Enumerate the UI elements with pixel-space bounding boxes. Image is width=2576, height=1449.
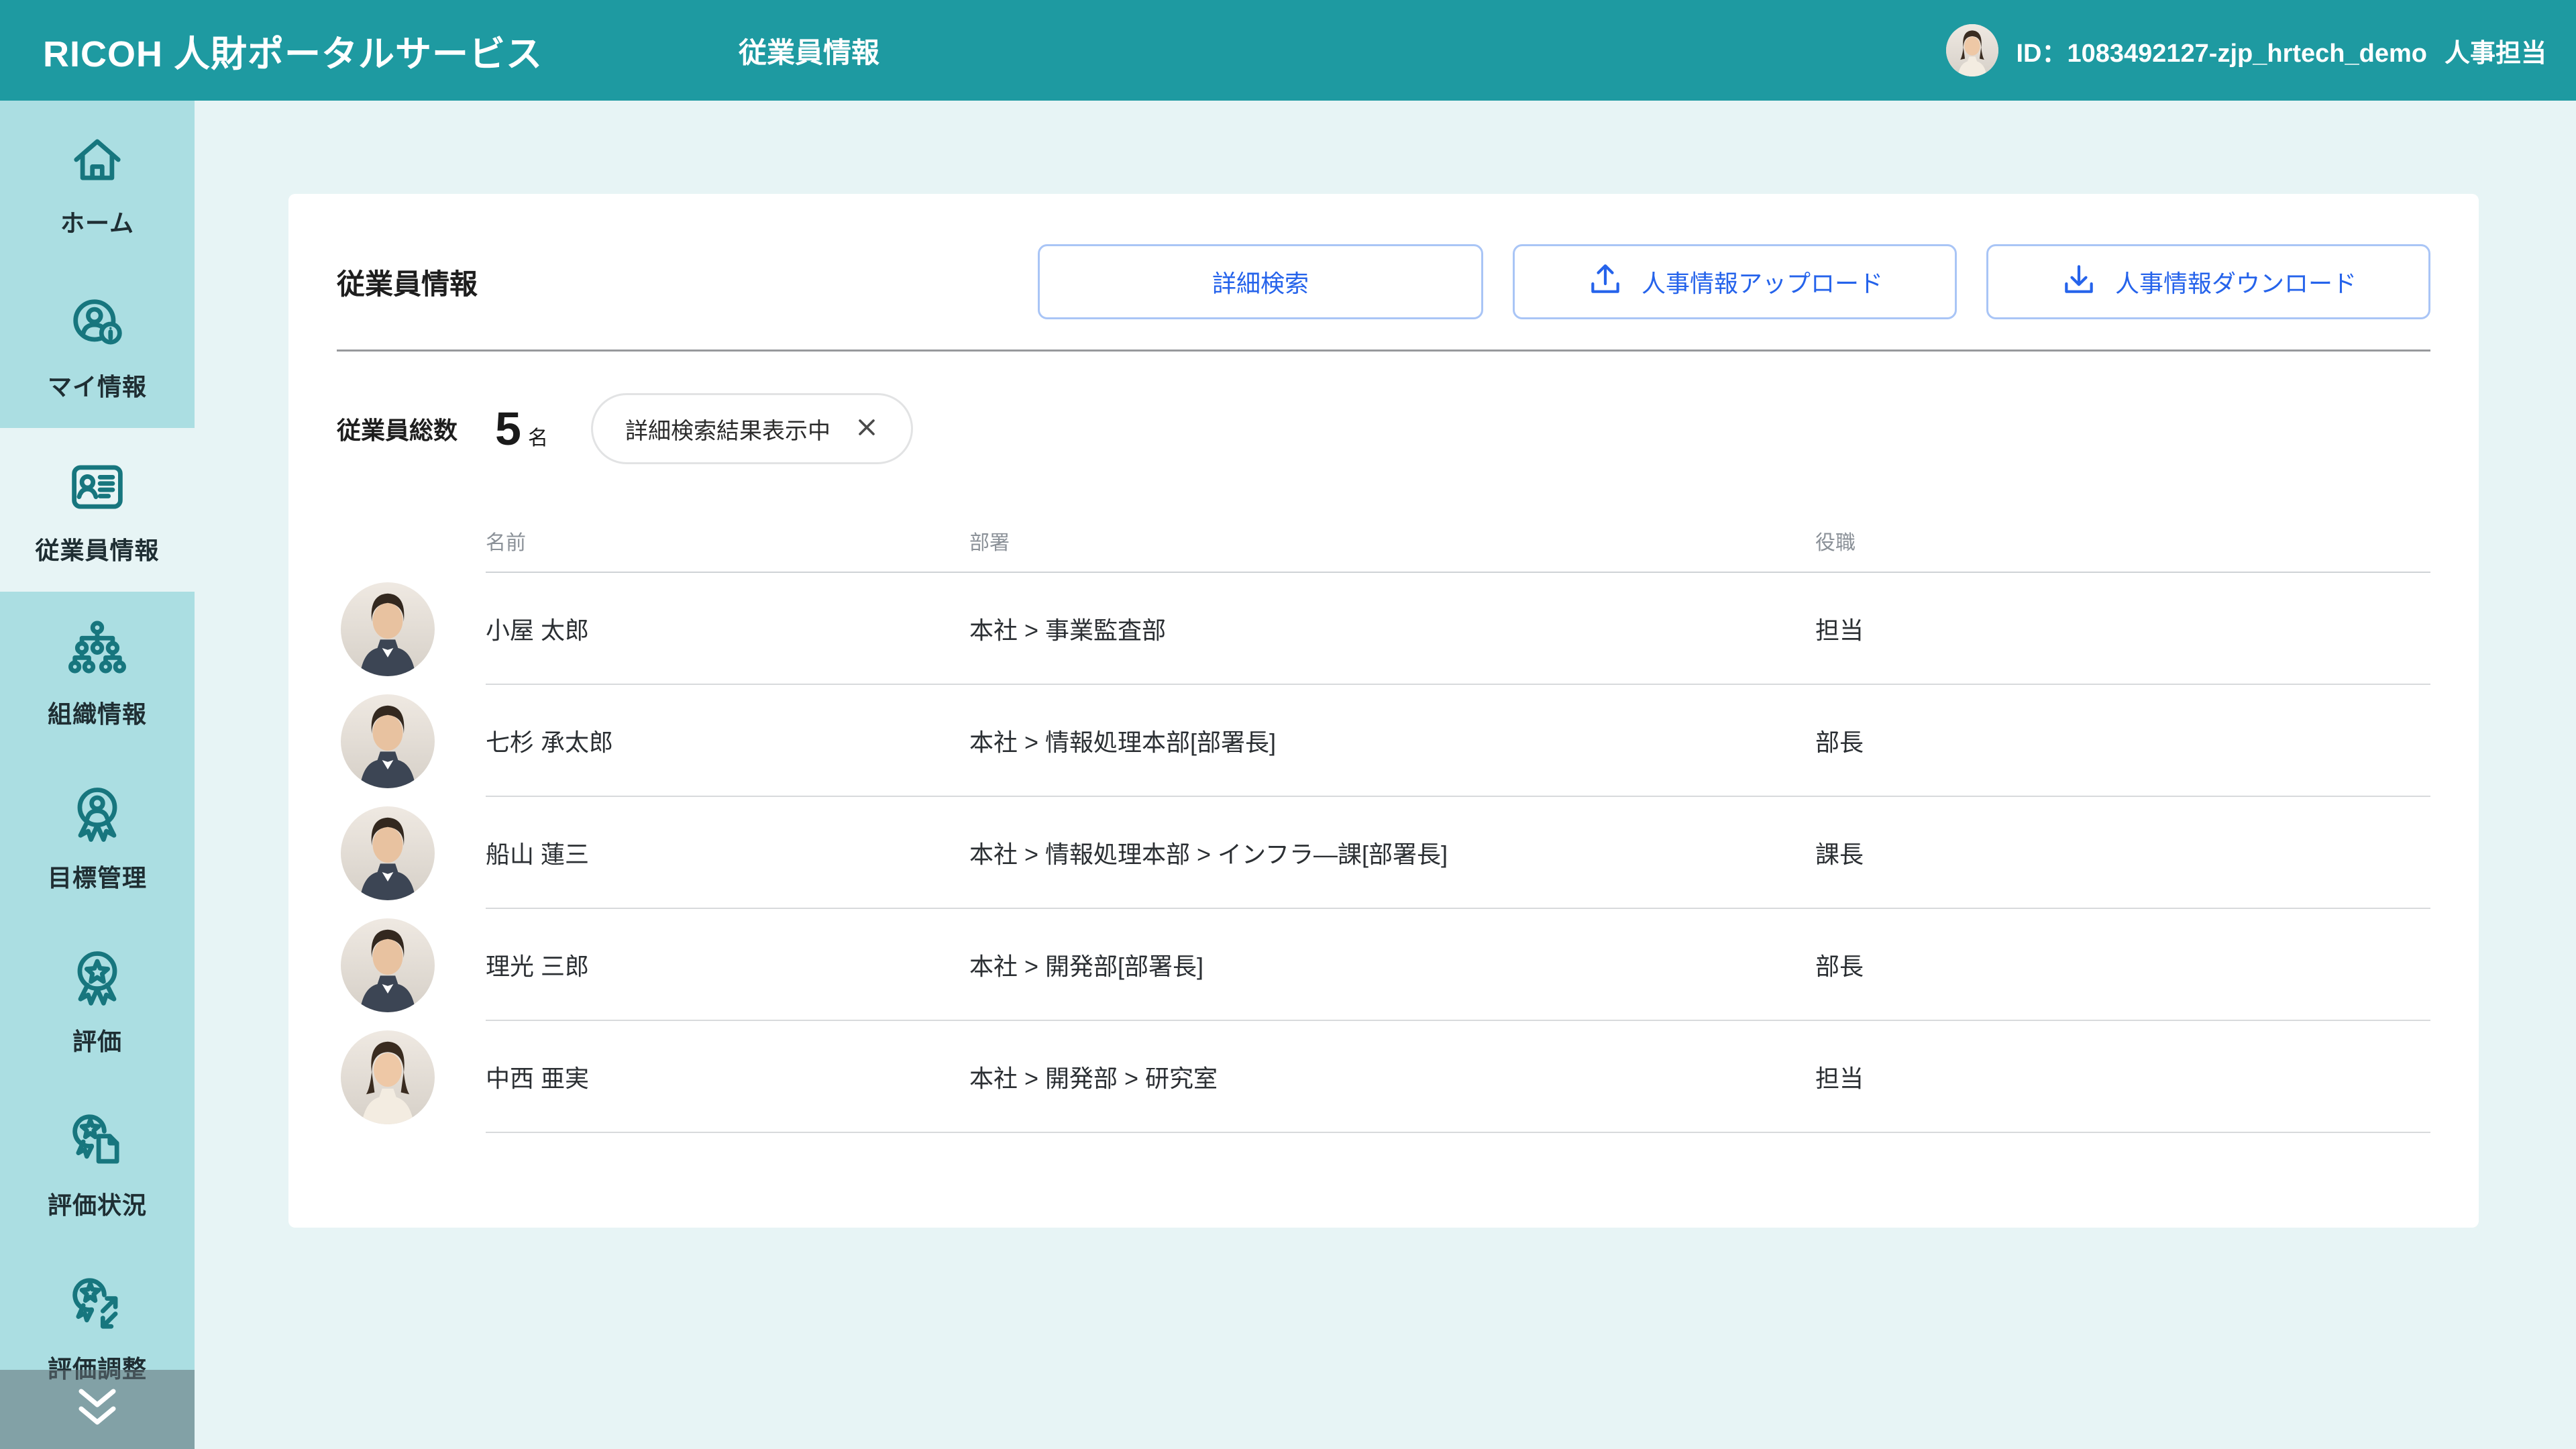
employee-name: 理光 三郎 [486,909,969,1021]
advanced-search-button[interactable]: 詳細検索 [1038,244,1483,319]
sidebar-item-label: 評価 [72,1022,122,1057]
employee-avatar-cell [337,685,486,797]
employee-total-label: 従業員総数 [337,411,458,446]
employee-department: 本社 > 情報処理本部[部署長] [969,685,1815,797]
table-row[interactable]: 理光 三郎 本社 > 開発部[部署長] 部長 [337,909,2430,1021]
hr-upload-label: 人事情報アップロード [1642,264,1883,299]
employee-name: 七杉 承太郎 [486,685,969,797]
sidebar-item-evaluation[interactable]: 評価 [0,919,195,1083]
sidebar-item-label: ホーム [60,204,134,239]
table-row[interactable]: 船山 蓮三 本社 > 情報処理本部 > インフラ―課[部署長] 課長 [337,797,2430,909]
employee-department: 本社 > 事業監査部 [969,573,1815,685]
employee-position: 担当 [1815,1021,2430,1133]
column-header-name: 名前 [486,464,969,573]
card-actions: 詳細検索 人事情報アップロード 人事情報ダウンロード [1038,244,2430,319]
employee-name: 小屋 太郎 [486,573,969,685]
employee-count-row: 従業員総数 5 名 詳細検索結果表示中 [337,393,2430,464]
brand-title: RICOH 人財ポータルサービス [43,24,543,77]
employee-count-unit: 名 [528,421,548,451]
filter-chip[interactable]: 詳細検索結果表示中 [591,393,913,464]
employee-position: 課長 [1815,797,2430,909]
employee-avatar-cell [337,1021,486,1133]
table-header-row: 名前 部署 役職 [337,464,2430,573]
goal-medal-icon [64,781,131,848]
chevron-double-down-icon [69,1385,125,1435]
org-chart-icon [64,617,131,684]
employee-department: 本社 > 開発部[部署長] [969,909,1815,1021]
column-header-department: 部署 [969,464,1815,573]
employee-avatar-cell [337,909,486,1021]
my-info-icon [64,290,131,357]
sidebar-item-label: 評価状況 [48,1186,147,1221]
section-divider [337,350,2430,352]
sidebar-item-goal-management[interactable]: 目標管理 [0,755,195,919]
close-icon[interactable] [855,415,879,443]
employee-info-card: 従業員情報 詳細検索 人事情報アップロード [288,194,2479,1228]
hr-upload-button[interactable]: 人事情報アップロード [1513,244,1957,319]
employee-avatar-cell [337,797,486,909]
filter-chip-label: 詳細検索結果表示中 [625,413,830,445]
employee-avatar [341,806,435,900]
employee-avatar [341,694,435,788]
table-row[interactable]: 七杉 承太郎 本社 > 情報処理本部[部署長] 部長 [337,685,2430,797]
card-header: 従業員情報 詳細検索 人事情報アップロード [337,194,2430,319]
employee-count-group: 5 名 [495,405,548,452]
sidebar: ホーム マイ情報 [0,101,195,1449]
sidebar-item-evaluation-status[interactable]: 評価状況 [0,1083,195,1246]
table-row[interactable]: 小屋 太郎 本社 > 事業監査部 担当 [337,573,2430,685]
advanced-search-label: 詳細検索 [1212,264,1309,299]
sidebar-item-label: マイ情報 [48,368,147,402]
medal-arrows-icon [64,1272,131,1339]
body: ホーム マイ情報 [0,101,2576,1449]
employee-position: 部長 [1815,909,2430,1021]
user-id-value: ID：1083492127-zjp_hrtech_demo [2016,32,2427,69]
employee-avatar [341,582,435,676]
employee-count-value: 5 [495,405,521,452]
sidebar-item-home[interactable]: ホーム [0,101,195,264]
employee-department: 本社 > 情報処理本部 > インフラ―課[部署長] [969,797,1815,909]
sidebar-item-employee-info[interactable]: 従業員情報 [0,428,195,592]
employee-avatar [341,918,435,1012]
employee-position: 担当 [1815,573,2430,685]
upload-icon [1587,260,1624,304]
header-page-title: 従業員情報 [739,30,879,71]
employee-card-icon [64,453,131,521]
sidebar-item-my-info[interactable]: マイ情報 [0,264,195,428]
employee-position: 部長 [1815,685,2430,797]
home-icon [64,126,131,193]
column-avatar-spacer [337,464,486,573]
app: RICOH 人財ポータルサービス 従業員情報 ID：1083492127-zjp… [0,0,2576,1449]
employee-department: 本社 > 開発部 > 研究室 [969,1021,1815,1133]
sidebar-item-label: 従業員情報 [35,531,159,566]
employee-table: 名前 部署 役職 小屋 太郎 本社 > 事業監査部 担当 [337,464,2430,1133]
employee-name: 中西 亜実 [486,1021,969,1133]
table-row[interactable]: 中西 亜実 本社 > 開発部 > 研究室 担当 [337,1021,2430,1133]
sidebar-scroll-more[interactable] [0,1370,195,1449]
hr-download-button[interactable]: 人事情報ダウンロード [1986,244,2430,319]
sidebar-item-label: 組織情報 [48,695,147,730]
employee-avatar-cell [337,573,486,685]
column-header-position: 役職 [1815,464,2430,573]
user-role: 人事担当 [2445,32,2546,69]
medal-document-icon [64,1108,131,1175]
employee-avatar [341,1030,435,1124]
page-title: 従業員情報 [337,262,478,303]
app-header: RICOH 人財ポータルサービス 従業員情報 ID：1083492127-zjp… [0,0,2576,101]
sidebar-item-label: 目標管理 [48,859,147,894]
download-icon [2060,260,2098,304]
sidebar-item-org-info[interactable]: 組織情報 [0,592,195,755]
employee-name: 船山 蓮三 [486,797,969,909]
user-avatar[interactable] [1946,24,1998,76]
star-medal-icon [64,945,131,1012]
hr-download-label: 人事情報ダウンロード [2115,264,2357,299]
user-id-text: ID：1083492127-zjp_hrtech_demo 人事担当 [2016,32,2546,69]
user-menu[interactable]: ID：1083492127-zjp_hrtech_demo 人事担当 [1946,24,2546,76]
main-content: 従業員情報 詳細検索 人事情報アップロード [195,101,2576,1449]
